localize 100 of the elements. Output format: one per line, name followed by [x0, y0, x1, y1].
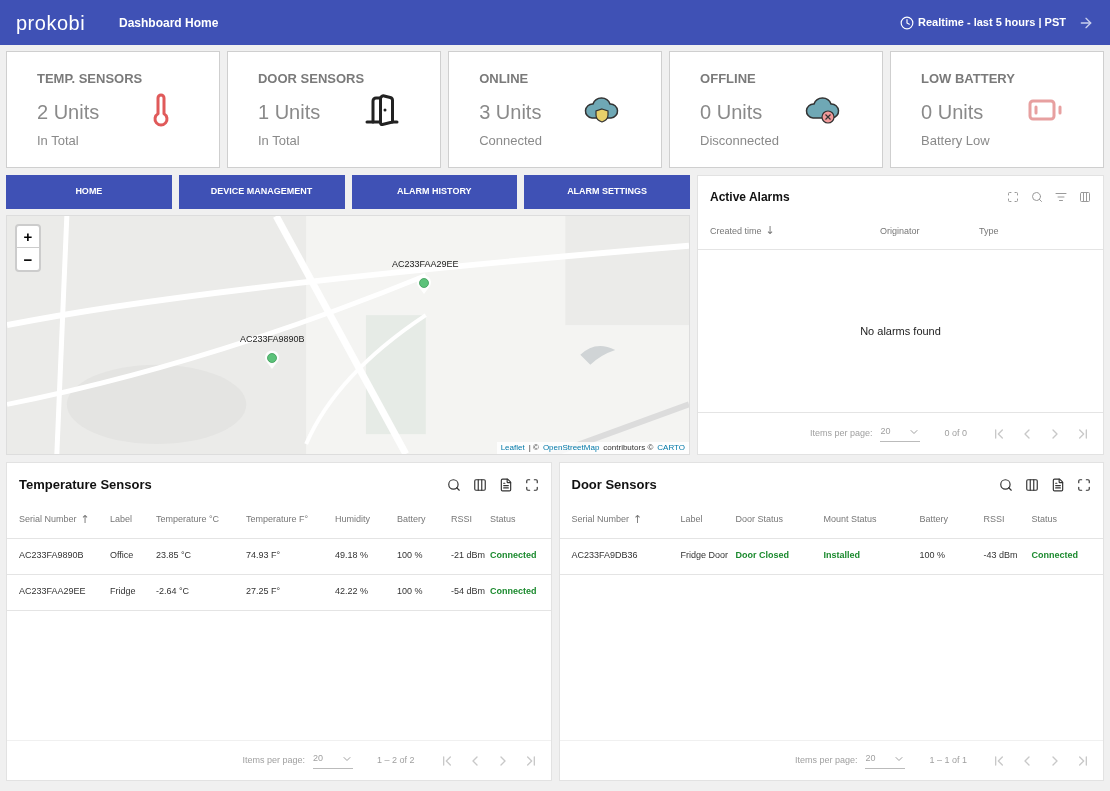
sort-arrow[interactable]: ↑ — [80, 511, 90, 529]
column-header[interactable]: Created time — [710, 224, 762, 239]
card-title: LOW BATTERY — [921, 70, 1015, 88]
card-caption: Disconnected — [700, 131, 779, 150]
column-header[interactable]: RSSI — [983, 513, 1005, 527]
clock-icon — [900, 15, 915, 30]
items-per-page-label: Items per page: — [809, 426, 873, 440]
nav-button[interactable]: ALARM HISTORY — [351, 175, 518, 209]
marker-label: AC233FAA29EE — [392, 258, 459, 271]
table-cell-text: 27.25 F° — [246, 585, 282, 599]
column-header[interactable]: Label — [680, 513, 703, 527]
column-header[interactable]: Status — [1031, 513, 1057, 527]
card-caption: Battery Low — [921, 131, 991, 150]
table-cell-text: 100 % — [397, 549, 424, 563]
column-header[interactable]: Serial Number — [19, 513, 77, 527]
page-size-select[interactable]: 20 — [312, 752, 353, 769]
page-range: 1 – 2 of 2 — [376, 753, 415, 767]
zoom-in-button[interactable]: + — [17, 226, 39, 248]
nav-button[interactable]: HOME — [6, 175, 172, 209]
door-icon — [364, 91, 401, 128]
search-icon[interactable] — [446, 477, 461, 492]
card-title: ONLINE — [479, 70, 530, 88]
table-cell-text: AC233FA9DB36 — [571, 549, 639, 563]
table-cell-text: 74.93 F° — [246, 549, 282, 563]
card-title: DOOR SENSORS — [257, 70, 365, 88]
location-marker[interactable] — [264, 350, 280, 370]
map[interactable]: + − AC233FAA29EE AC233FA9890B Leaflet | © OpenStreetMap contributors © CARTO — [6, 215, 690, 455]
table-cell-text: 23.85 °C — [156, 549, 193, 563]
search-icon[interactable] — [999, 477, 1013, 492]
card-value: 0 Units — [700, 99, 764, 125]
card-caption: In Total — [37, 131, 80, 150]
column-header[interactable]: Label — [110, 513, 133, 527]
table-cell-text: -2.64 °C — [156, 585, 191, 599]
card-title: OFFLINE — [700, 70, 757, 88]
card-value: 2 Units — [37, 99, 101, 125]
attribution-text: contributors © — [603, 442, 654, 454]
zoom-out-button[interactable]: − — [17, 248, 39, 270]
filter-icon[interactable] — [1055, 191, 1067, 203]
table-cell-text: -43 dBm — [983, 549, 1019, 563]
table-cell-text: Connected — [490, 549, 538, 563]
table-cell-text: 42.22 % — [335, 585, 370, 599]
location-marker[interactable] — [416, 275, 432, 295]
items-per-page-label: Items per page: — [242, 753, 305, 767]
marker-label: AC233FA9890B — [240, 333, 305, 346]
table-cell-text: Fridge — [110, 585, 137, 599]
columns-icon[interactable] — [472, 477, 487, 492]
table-cell-text: 49.18 % — [335, 549, 370, 563]
table-cell-text: -21 dBm — [451, 549, 486, 563]
nav-button[interactable]: DEVICE MANAGEMENT — [178, 175, 345, 209]
column-header[interactable]: RSSI — [451, 513, 472, 527]
column-header[interactable]: Mount Status — [823, 513, 877, 527]
column-header[interactable]: Temperature °C — [156, 513, 220, 527]
columns-icon[interactable] — [1025, 477, 1039, 492]
panel-title: Temperature Sensors — [19, 476, 152, 494]
column-header[interactable]: Door Status — [735, 513, 784, 527]
card-caption: Connected — [479, 131, 543, 150]
table-cell-text: Connected — [1031, 549, 1079, 563]
column-header[interactable]: Temperature F° — [246, 513, 309, 527]
table-cell-text: Office — [110, 549, 135, 563]
carto-link[interactable]: CARTO — [657, 442, 685, 454]
table-cell-text: Installed — [823, 549, 861, 563]
column-header[interactable]: Serial Number — [571, 513, 630, 527]
logo[interactable]: prokobi — [16, 7, 119, 38]
attribution-text: | © — [528, 442, 539, 454]
export-icon[interactable] — [1051, 477, 1065, 492]
column-header[interactable]: Humidity — [335, 513, 370, 527]
table-cell-text: AC233FAA29EE — [19, 585, 87, 599]
fullscreen-icon[interactable] — [524, 477, 539, 492]
page-range: 0 of 0 — [944, 426, 967, 440]
table-cell-text: Door Closed — [735, 549, 790, 563]
column-header[interactable]: Originator — [880, 224, 920, 239]
page-size-select[interactable]: 20 — [865, 752, 906, 769]
table-cell-text: 100 % — [397, 585, 424, 599]
column-header[interactable]: Battery — [919, 513, 948, 527]
page-range: 1 – 1 of 1 — [929, 753, 967, 767]
card-caption: In Total — [257, 131, 301, 150]
page-title: Dashboard Home — [119, 14, 219, 32]
items-per-page-label: Items per page: — [794, 753, 858, 767]
table-cell-text: Fridge Door — [680, 549, 730, 563]
fullscreen-icon[interactable] — [1077, 477, 1091, 492]
card-value: 1 Units — [257, 99, 322, 125]
card-title: TEMP. SENSORS — [37, 70, 143, 88]
openstreetmap-link[interactable]: OpenStreetMap — [542, 442, 600, 454]
table-cell-text: AC233FA9890B — [19, 549, 85, 563]
panel-title: Door Sensors — [571, 476, 657, 494]
card-value: 0 Units — [921, 99, 985, 125]
table-cell-text: 100 % — [919, 549, 947, 563]
leaflet-link[interactable]: Leaflet — [500, 442, 525, 454]
sort-arrow[interactable]: ↓ — [765, 223, 775, 240]
sort-arrow[interactable]: ↑ — [633, 511, 643, 529]
column-header[interactable]: Battery — [397, 513, 426, 527]
export-icon[interactable] — [498, 477, 513, 492]
panel-title: Active Alarms — [710, 189, 790, 206]
column-header[interactable]: Status — [490, 513, 516, 527]
nav-button[interactable]: ALARM SETTINGS — [524, 175, 690, 209]
card-value: 3 Units — [479, 99, 543, 125]
table-cell-text: Connected — [490, 585, 538, 599]
column-header[interactable]: Type — [979, 224, 999, 239]
page-size-select[interactable]: 20 — [880, 425, 921, 442]
timewindow-button[interactable]: Realtime - last 5 hours | PST — [900, 14, 1066, 31]
